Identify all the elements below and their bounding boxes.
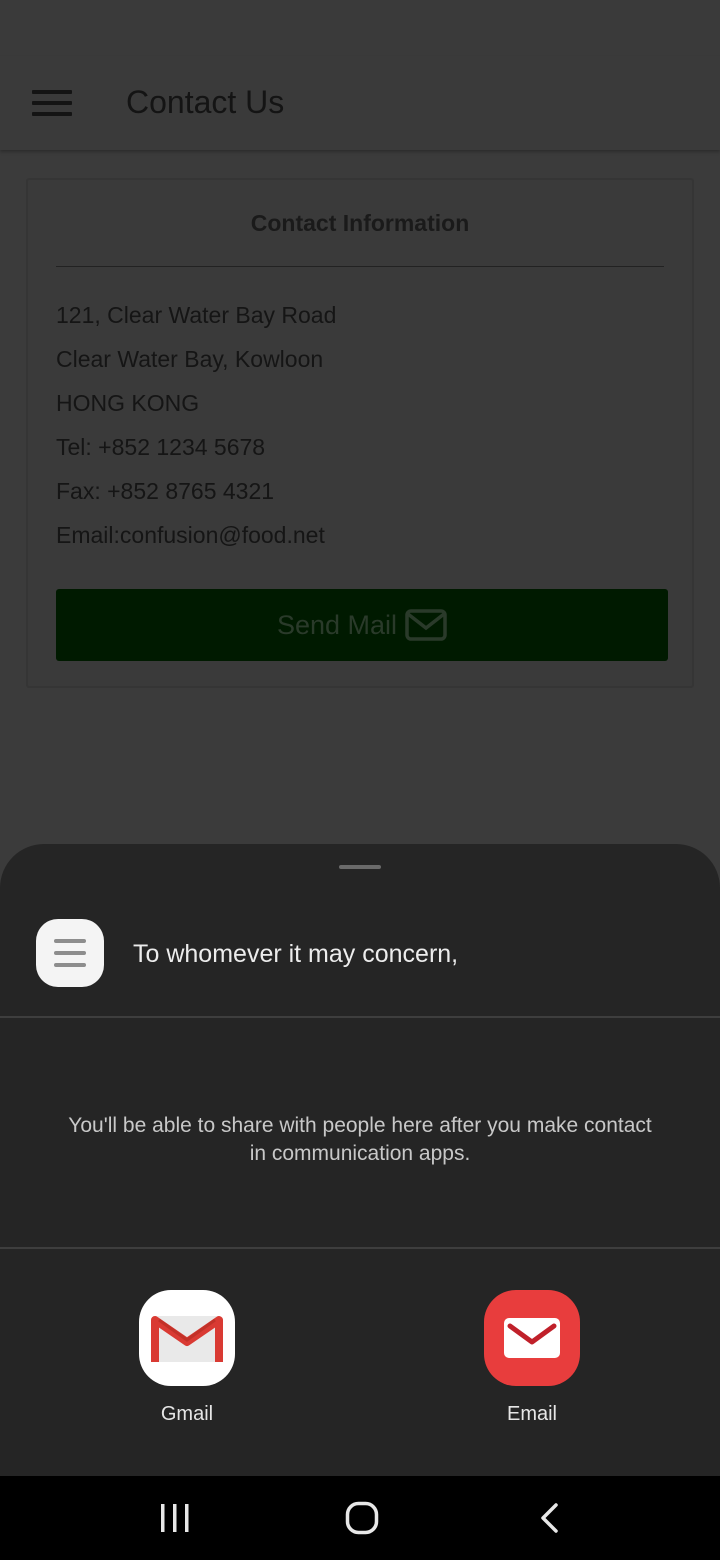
recents-icon[interactable] bbox=[145, 1496, 205, 1540]
card-divider bbox=[56, 266, 664, 267]
share-target-email[interactable]: Email bbox=[462, 1290, 602, 1426]
status-bar bbox=[0, 0, 720, 56]
share-target-label: Gmail bbox=[160, 1403, 214, 1425]
fax-line: Fax: +852 8765 4321 bbox=[56, 478, 275, 504]
navigation-bar bbox=[0, 1476, 720, 1560]
document-lines-icon bbox=[36, 919, 104, 987]
share-target-gmail[interactable]: Gmail bbox=[117, 1290, 257, 1426]
sheet-drag-handle[interactable] bbox=[339, 865, 381, 869]
address-line-2: Clear Water Bay, Kowloon bbox=[56, 346, 324, 372]
card-title: Contact Information bbox=[250, 210, 470, 236]
contact-information-card: Contact Information 121, Clear Water Bay… bbox=[26, 178, 694, 688]
address-line-1: 121, Clear Water Bay Road bbox=[56, 302, 337, 328]
direct-share-message: You'll be able to share with people here… bbox=[68, 1114, 652, 1165]
share-sheet: To whomever it may concern, You'll be ab… bbox=[0, 844, 720, 1476]
back-icon[interactable] bbox=[520, 1496, 580, 1540]
app-bar: Contact Us bbox=[0, 56, 720, 150]
email-line: Email:confusion@food.net bbox=[56, 522, 325, 548]
address-line-3: HONG KONG bbox=[56, 390, 200, 416]
share-target-label: Email bbox=[506, 1403, 557, 1425]
sheet-divider bbox=[0, 1016, 720, 1018]
page-title: Contact Us bbox=[126, 84, 285, 120]
email-app-icon bbox=[484, 1290, 580, 1386]
hamburger-menu-icon[interactable] bbox=[32, 90, 74, 118]
send-mail-label: Send Mail bbox=[276, 609, 398, 640]
send-mail-button[interactable]: Send Mail bbox=[56, 589, 668, 661]
telephone-line: Tel: +852 1234 5678 bbox=[56, 434, 266, 460]
envelope-icon bbox=[405, 609, 447, 641]
sheet-divider bbox=[0, 1247, 720, 1249]
share-preview-text: To whomever it may concern, bbox=[133, 940, 459, 968]
gmail-icon bbox=[139, 1290, 235, 1386]
home-icon[interactable] bbox=[332, 1496, 392, 1540]
